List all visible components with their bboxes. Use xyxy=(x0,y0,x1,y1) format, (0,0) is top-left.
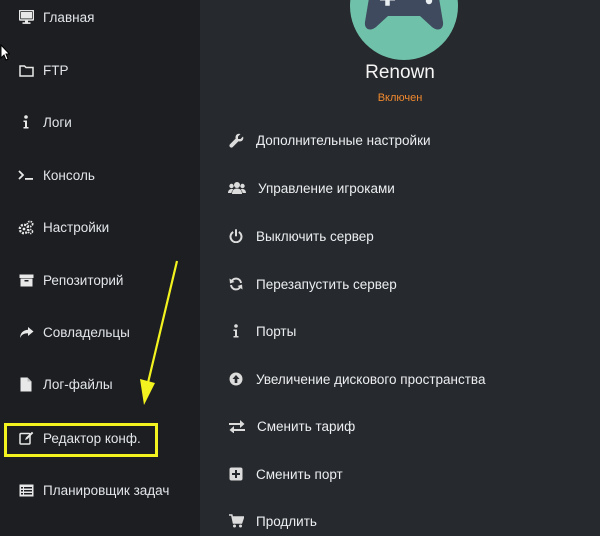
menu-item-label: Увеличение дискового пространства xyxy=(256,371,486,387)
plus-square-icon xyxy=(228,466,244,482)
wrench-icon xyxy=(228,132,244,148)
power-icon xyxy=(228,228,244,244)
sidebar-item-label: Совладельцы xyxy=(43,324,130,340)
highlight-box xyxy=(4,423,158,457)
menu-item-change-port[interactable]: Сменить порт xyxy=(228,460,343,488)
server-panel: Renown Включен Дополнительные настройки … xyxy=(200,0,600,536)
sidebar-item-settings[interactable]: Настройки xyxy=(0,207,200,247)
sidebar-item-console[interactable]: Консоль xyxy=(0,155,200,195)
server-status: Включен xyxy=(377,92,423,104)
menu-item-renew[interactable]: Продлить xyxy=(228,507,317,535)
cart-icon xyxy=(228,513,244,529)
terminal-icon xyxy=(18,167,34,183)
info-icon xyxy=(228,323,244,339)
menu-item-label: Выключить сервер xyxy=(256,228,374,244)
folder-icon xyxy=(18,62,34,78)
sidebar-item-logs[interactable]: Логи xyxy=(0,102,200,142)
annotation-arrow-icon xyxy=(140,260,179,405)
list-icon xyxy=(18,482,34,498)
sidebar-item-home[interactable]: Главная xyxy=(0,0,200,37)
menu-item-restart-server[interactable]: Перезапустить сервер xyxy=(228,270,397,298)
mouse-cursor-icon xyxy=(0,44,10,62)
menu-item-label: Порты xyxy=(256,323,297,339)
sidebar-item-label: Главная xyxy=(43,9,95,25)
menu-item-label: Дополнительные настройки xyxy=(256,132,431,148)
refresh-icon xyxy=(228,276,244,292)
sidebar-item-scheduler[interactable]: Планировщик задач xyxy=(0,470,200,510)
arrow-up-circle-icon xyxy=(228,371,244,387)
menu-item-stop-server[interactable]: Выключить сервер xyxy=(228,222,374,250)
menu-item-label: Перезапустить сервер xyxy=(256,276,397,292)
info-icon xyxy=(18,114,34,130)
desktop-icon xyxy=(18,9,34,25)
menu-item-label: Продлить xyxy=(256,513,317,529)
menu-item-label: Управление игроками xyxy=(258,180,395,196)
users-icon xyxy=(228,180,246,196)
exchange-icon xyxy=(228,418,245,434)
server-avatar xyxy=(350,0,458,60)
sidebar-item-label: Репозиторий xyxy=(43,272,124,288)
menu-item-ports[interactable]: Порты xyxy=(228,317,296,345)
sidebar-item-label: Консоль xyxy=(43,167,95,183)
menu-item-player-management[interactable]: Управление игроками xyxy=(228,174,395,202)
menu-item-disk-increase[interactable]: Увеличение дискового пространства xyxy=(228,365,485,393)
menu-item-label: Сменить порт xyxy=(256,466,343,482)
cogs-icon xyxy=(18,219,34,235)
menu-item-label: Сменить тариф xyxy=(257,418,356,434)
sidebar-item-ftp[interactable]: FTP xyxy=(0,50,200,90)
gamepad-icon xyxy=(364,0,444,30)
sidebar-item-label: Настройки xyxy=(43,219,110,235)
menu-item-advanced-settings[interactable]: Дополнительные настройки xyxy=(228,126,431,154)
sidebar-item-label: Лог-файлы xyxy=(43,376,113,392)
file-icon xyxy=(18,376,34,392)
menu-item-change-tariff[interactable]: Сменить тариф xyxy=(228,412,355,440)
sidebar-item-label: Логи xyxy=(43,114,72,130)
sidebar-item-label: FTP xyxy=(43,62,69,78)
server-name: Renown xyxy=(365,62,435,83)
sidebar-item-label: Планировщик задач xyxy=(43,482,170,498)
archive-icon xyxy=(18,272,34,288)
share-icon xyxy=(18,324,34,340)
